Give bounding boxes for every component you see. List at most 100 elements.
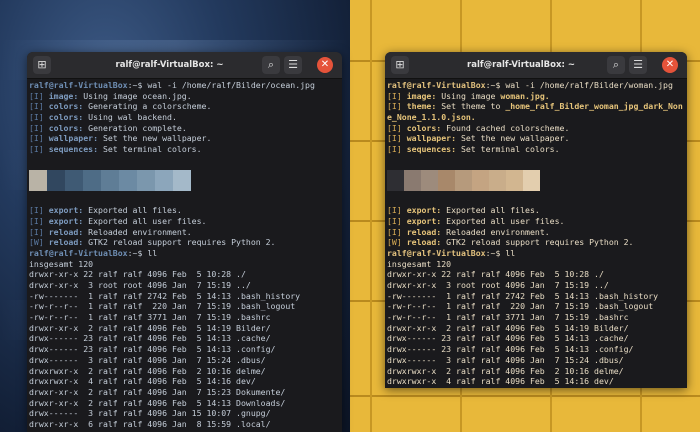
listing-text: -rw------- 1 ralf ralf 2742 Feb 5 14:13 … (387, 290, 659, 301)
color-swatch (387, 169, 404, 191)
listing-row: drwx------ 23 ralf ralf 4096 Feb 5 14:13… (29, 333, 340, 344)
log-text: Reloaded environment. (441, 226, 550, 237)
close-icon[interactable]: ✕ (662, 57, 678, 73)
titlebar[interactable]: ⊞ ralf@ralf-VirtualBox: ~ ⌕ ☰ ✕ (385, 52, 687, 79)
command-text: ll (147, 247, 158, 258)
color-swatch (83, 169, 101, 191)
log-message: [I] colors: Using wal backend. (29, 112, 340, 123)
log-message: [I] colors: Found cached colorscheme. (387, 123, 685, 134)
log-tag: [W] (387, 237, 407, 248)
log-key: reload: (406, 226, 442, 237)
titlebar[interactable]: ⊞ ralf@ralf-VirtualBox: ~ ⌕ ☰ ✕ (27, 52, 342, 79)
log-message: [I] reload: Reloaded environment. (29, 227, 340, 238)
log-tag: [I] (29, 144, 49, 155)
log-tag: [I] (29, 205, 49, 216)
window-title: ralf@ralf-VirtualBox: ~ (467, 60, 575, 70)
log-message: [I] wallpaper: Set the new wallpaper. (29, 133, 340, 144)
log-key: reload: (48, 237, 84, 248)
color-swatch (137, 169, 155, 191)
listing-row: drwxrwxr-x 4 ralf ralf 4096 Feb 5 14:16 … (387, 376, 685, 387)
listing-text: -rw-r--r-- 1 ralf ralf 220 Jan 7 15:19 .… (29, 301, 296, 312)
listing-row: drwxr-xr-x 22 ralf ralf 4096 Feb 5 10:28… (29, 269, 340, 280)
log-key: colors: (48, 112, 84, 123)
log-key: image: (48, 90, 79, 101)
search-icon[interactable]: ⌕ (607, 56, 625, 74)
search-icon[interactable]: ⌕ (262, 56, 280, 74)
terminal-window-left[interactable]: ⊞ ralf@ralf-VirtualBox: ~ ⌕ ☰ ✕ ralf@ral… (27, 52, 342, 432)
log-message: [I] export: Exported all files. (387, 205, 685, 216)
color-swatch (472, 169, 489, 191)
prompt-user-host: ralf@ralf-VirtualBox (29, 247, 128, 258)
prompt-suffix: :~$ (127, 247, 148, 258)
listing-text: drwxr-xr-x 6 ralf ralf 4096 Jan 8 15:59 … (29, 418, 271, 429)
log-key: colors: (48, 122, 84, 133)
log-key: image: (406, 90, 437, 101)
listing-row: drwxr-xr-x 3 root root 4096 Jan 7 15:19 … (29, 280, 340, 291)
listing-row: -rw-r--r-- 1 ralf ralf 220 Jan 7 15:19 .… (29, 301, 340, 312)
listing-text: drwx------ 23 ralf ralf 4096 Feb 5 14:13… (29, 344, 276, 355)
listing-row: drwxr-xr-x 2 ralf ralf 4096 Feb 5 14:19 … (29, 323, 340, 334)
log-text: Exported all files. (83, 205, 182, 216)
log-message: [W] reload: GTK2 reload support requires… (29, 237, 340, 248)
log-tag: [I] (387, 144, 407, 155)
log-tag: [I] (387, 226, 407, 237)
log-tag: [W] (29, 237, 49, 248)
listing-row: drwx------ 3 ralf ralf 4096 Jan 7 15:24 … (29, 355, 340, 366)
listing-text: insgesamt 120 (387, 258, 452, 269)
command-text: wal -i /home/ralf/Bilder/woman.jpg (505, 80, 673, 90)
log-tag: [I] (29, 226, 49, 237)
menu-icon[interactable]: ☰ (629, 56, 647, 74)
log-key: export: (406, 215, 442, 226)
listing-text: drwxrwxr-x 4 ralf ralf 4096 Feb 5 14:16 … (387, 376, 614, 387)
log-message: [W] reload: GTK2 reload support requires… (387, 237, 685, 248)
terminal-output[interactable]: ralf@ralf-VirtualBox:~$ wal -i /home/ral… (27, 79, 342, 430)
log-text: Generation complete. (83, 122, 187, 133)
listing-text: drwxr-xr-x 3 root root 4096 Jan 7 15:19 … (387, 280, 609, 290)
terminal-output[interactable]: ralf@ralf-VirtualBox :~$ wal -i /home/ral… (385, 79, 687, 388)
log-tag: [I] (29, 215, 49, 226)
listing-row: drwx------ 23 ralf ralf 4096 Feb 5 14:13… (29, 344, 340, 355)
listing-text: -rw------- 1 ralf ralf 2742 Feb 5 14:13 … (29, 290, 301, 301)
listing-row: drwxr-xr-x 2 ralf ralf 4096 Feb 5 14:13 … (29, 398, 340, 409)
log-tag: [I] (387, 205, 407, 216)
listing-row: drwx------ 23 ralf ralf 4096 Feb 5 14:13… (387, 333, 685, 344)
listing-text: drwxr-xr-x 2 ralf ralf 4096 Jan 7 15:23 … (387, 387, 643, 388)
color-swatch (47, 169, 65, 191)
color-swatch (421, 169, 438, 191)
prompt-suffix: :~$ (127, 80, 148, 90)
new-tab-icon[interactable]: ⊞ (391, 56, 409, 74)
prompt-user-host: ralf@ralf-VirtualBox (387, 247, 486, 258)
log-bold-value: woman.jpg. (500, 90, 550, 101)
log-text: Set theme to (436, 101, 506, 112)
prompt-suffix: :~$ (485, 80, 506, 90)
close-icon[interactable]: ✕ (317, 57, 333, 73)
listing-row: -rw-r--r-- 1 ralf ralf 3771 Jan 7 15:19 … (29, 312, 340, 323)
listing-row: insgesamt 120 (387, 259, 685, 270)
log-text: Using image ocean.jpg. (78, 90, 192, 101)
log-message: [I] reload: Reloaded environment. (387, 227, 685, 238)
listing-text: drwxr-xr-x 3 root root 4096 Jan 7 15:19 … (29, 280, 251, 290)
listing-row: drwx------ 23 ralf ralf 4096 Feb 5 14:13… (387, 344, 685, 355)
log-bold-value: e_None_1.1.0.json. (387, 112, 476, 123)
log-text: Exported all user files. (441, 215, 565, 226)
log-text: Found cached colorscheme. (441, 122, 570, 133)
command-text: ll (505, 247, 516, 258)
menu-icon[interactable]: ☰ (284, 56, 302, 74)
listing-text: drwxr-xr-x 2 ralf ralf 4096 Feb 5 14:19 … (29, 322, 271, 333)
color-swatch (119, 169, 137, 191)
listing-row: drwxr-xr-x 3 root root 4096 Jan 7 15:19 … (387, 280, 685, 291)
listing-text: drwxr-xr-x 22 ralf ralf 4096 Feb 5 10:28… (387, 269, 604, 280)
listing-row: drwxr-xr-x 2 ralf ralf 4096 Jan 7 15:23 … (387, 387, 685, 388)
log-key: sequences: (406, 144, 457, 155)
terminal-window-right[interactable]: ⊞ ralf@ralf-VirtualBox: ~ ⌕ ☰ ✕ ralf@ral… (385, 52, 687, 388)
color-swatch (65, 169, 83, 191)
new-tab-icon[interactable]: ⊞ (33, 56, 51, 74)
color-swatch (155, 169, 173, 191)
log-message: [I] export: Exported all user files. (29, 216, 340, 227)
log-text: GTK2 reload support requires Python 2. (83, 237, 276, 248)
listing-text: drwx------ 3 ralf ralf 4096 Jan 7 15:24 … (29, 354, 266, 365)
